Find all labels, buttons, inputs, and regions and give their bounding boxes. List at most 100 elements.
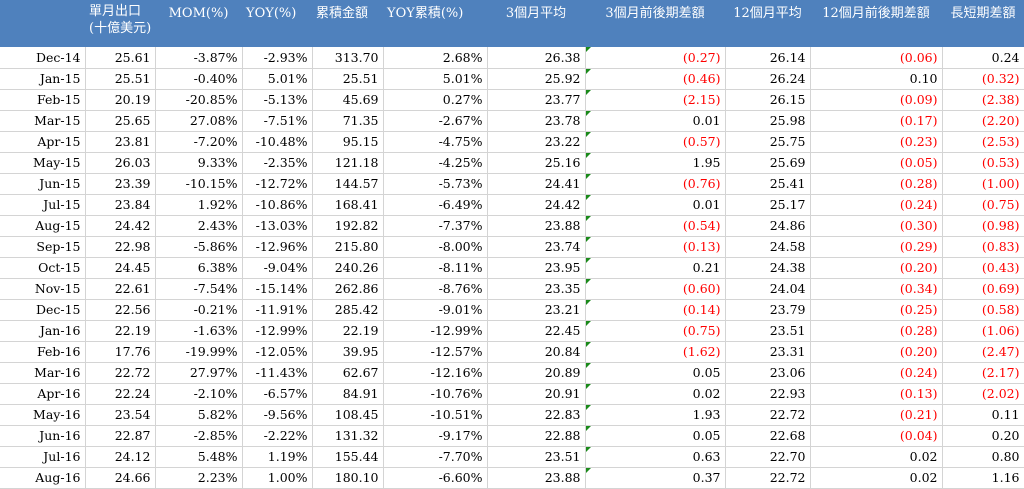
cell-12m-avg[interactable]: 26.14: [725, 47, 811, 69]
cell-spread[interactable]: (0.32): [942, 68, 1024, 90]
cell-yoy[interactable]: -9.56%: [242, 404, 313, 426]
cell-yoy-cumulative[interactable]: -12.16%: [383, 362, 488, 384]
cell-cumulative[interactable]: 71.35: [312, 110, 384, 132]
cell-yoy[interactable]: -7.51%: [242, 110, 313, 132]
cell-yoy-cumulative[interactable]: -7.70%: [383, 446, 488, 468]
cell-12m-diff[interactable]: (0.04): [810, 425, 943, 447]
cell-mom[interactable]: -5.86%: [155, 236, 243, 258]
cell-12m-diff[interactable]: (0.25): [810, 299, 943, 321]
cell-12m-avg[interactable]: 23.51: [725, 320, 811, 342]
cell-yoy[interactable]: -9.04%: [242, 257, 313, 279]
cell-12m-avg[interactable]: 26.15: [725, 89, 811, 111]
cell-cumulative[interactable]: 285.42: [312, 299, 384, 321]
cell-cumulative[interactable]: 262.86: [312, 278, 384, 300]
cell-12m-diff[interactable]: (0.34): [810, 278, 943, 300]
header-cumulative[interactable]: 累積金額: [312, 0, 383, 47]
cell-cumulative[interactable]: 22.19: [312, 320, 384, 342]
cell-yoy[interactable]: -11.43%: [242, 362, 313, 384]
cell-yoy-cumulative[interactable]: -8.00%: [383, 236, 488, 258]
cell-12m-avg[interactable]: 25.69: [725, 152, 811, 174]
cell-yoy[interactable]: -12.96%: [242, 236, 313, 258]
cell-12m-diff[interactable]: (0.28): [810, 173, 943, 195]
cell-date[interactable]: Jan-16: [0, 320, 86, 342]
cell-3m-avg[interactable]: 23.77: [487, 89, 586, 111]
header-12m-diff[interactable]: 12個月前後期差額: [810, 0, 942, 47]
cell-3m-diff[interactable]: 0.01: [585, 110, 726, 132]
cell-yoy-cumulative[interactable]: -9.01%: [383, 299, 488, 321]
cell-mom[interactable]: -7.20%: [155, 131, 243, 153]
cell-12m-diff[interactable]: (0.24): [810, 362, 943, 384]
cell-date[interactable]: Jul-16: [0, 446, 86, 468]
cell-yoy[interactable]: 1.00%: [242, 467, 313, 489]
cell-12m-diff[interactable]: (0.13): [810, 383, 943, 405]
cell-yoy[interactable]: 5.01%: [242, 68, 313, 90]
cell-12m-avg[interactable]: 25.41: [725, 173, 811, 195]
cell-3m-avg[interactable]: 23.35: [487, 278, 586, 300]
cell-yoy-cumulative[interactable]: 0.27%: [383, 89, 488, 111]
cell-mom[interactable]: -0.40%: [155, 68, 243, 90]
cell-3m-diff[interactable]: (0.76): [585, 173, 726, 195]
header-spread[interactable]: 長短期差額: [942, 0, 1024, 47]
cell-date[interactable]: Jun-15: [0, 173, 86, 195]
cell-mom[interactable]: 5.48%: [155, 446, 243, 468]
cell-date[interactable]: Mar-16: [0, 362, 86, 384]
cell-12m-diff[interactable]: (0.28): [810, 320, 943, 342]
cell-3m-avg[interactable]: 22.83: [487, 404, 586, 426]
cell-monthly-export[interactable]: 22.24: [85, 383, 156, 405]
cell-3m-avg[interactable]: 25.92: [487, 68, 586, 90]
header-mom[interactable]: MOM(%): [155, 0, 242, 47]
cell-12m-diff[interactable]: (0.24): [810, 194, 943, 216]
cell-12m-diff[interactable]: (0.29): [810, 236, 943, 258]
cell-3m-diff[interactable]: (0.46): [585, 68, 726, 90]
cell-12m-avg[interactable]: 23.31: [725, 341, 811, 363]
cell-mom[interactable]: 27.97%: [155, 362, 243, 384]
cell-3m-avg[interactable]: 22.88: [487, 425, 586, 447]
cell-monthly-export[interactable]: 17.76: [85, 341, 156, 363]
cell-3m-avg[interactable]: 23.21: [487, 299, 586, 321]
cell-3m-diff[interactable]: (0.13): [585, 236, 726, 258]
cell-12m-avg[interactable]: 23.06: [725, 362, 811, 384]
cell-cumulative[interactable]: 108.45: [312, 404, 384, 426]
cell-12m-diff[interactable]: 0.02: [810, 467, 943, 489]
cell-yoy-cumulative[interactable]: -8.11%: [383, 257, 488, 279]
cell-3m-diff[interactable]: 0.02: [585, 383, 726, 405]
cell-12m-diff[interactable]: (0.17): [810, 110, 943, 132]
cell-date[interactable]: Feb-15: [0, 89, 86, 111]
cell-spread[interactable]: (2.17): [942, 362, 1024, 384]
cell-spread[interactable]: (2.20): [942, 110, 1024, 132]
cell-3m-diff[interactable]: 0.63: [585, 446, 726, 468]
cell-spread[interactable]: 1.16: [942, 467, 1024, 489]
cell-3m-diff[interactable]: 0.05: [585, 425, 726, 447]
cell-date[interactable]: Aug-16: [0, 467, 86, 489]
cell-12m-diff[interactable]: (0.21): [810, 404, 943, 426]
cell-12m-avg[interactable]: 23.79: [725, 299, 811, 321]
cell-spread[interactable]: (1.06): [942, 320, 1024, 342]
cell-monthly-export[interactable]: 23.81: [85, 131, 156, 153]
cell-yoy[interactable]: -5.13%: [242, 89, 313, 111]
cell-monthly-export[interactable]: 25.65: [85, 110, 156, 132]
cell-3m-diff[interactable]: (0.60): [585, 278, 726, 300]
cell-date[interactable]: Oct-15: [0, 257, 86, 279]
cell-mom[interactable]: 9.33%: [155, 152, 243, 174]
cell-3m-diff[interactable]: (0.27): [585, 47, 726, 69]
cell-mom[interactable]: 27.08%: [155, 110, 243, 132]
header-3m-avg[interactable]: 3個月平均: [487, 0, 585, 47]
cell-yoy-cumulative[interactable]: -12.57%: [383, 341, 488, 363]
cell-yoy[interactable]: -2.93%: [242, 47, 313, 69]
cell-yoy[interactable]: -12.99%: [242, 320, 313, 342]
cell-yoy[interactable]: -6.57%: [242, 383, 313, 405]
cell-12m-avg[interactable]: 22.72: [725, 467, 811, 489]
cell-cumulative[interactable]: 62.67: [312, 362, 384, 384]
cell-date[interactable]: May-16: [0, 404, 86, 426]
cell-cumulative[interactable]: 131.32: [312, 425, 384, 447]
cell-3m-avg[interactable]: 23.88: [487, 467, 586, 489]
cell-cumulative[interactable]: 39.95: [312, 341, 384, 363]
cell-3m-avg[interactable]: 23.22: [487, 131, 586, 153]
cell-12m-avg[interactable]: 24.04: [725, 278, 811, 300]
cell-cumulative[interactable]: 95.15: [312, 131, 384, 153]
cell-yoy-cumulative[interactable]: -8.76%: [383, 278, 488, 300]
cell-12m-diff[interactable]: (0.20): [810, 341, 943, 363]
cell-monthly-export[interactable]: 23.84: [85, 194, 156, 216]
cell-date[interactable]: Apr-16: [0, 383, 86, 405]
cell-yoy-cumulative[interactable]: 5.01%: [383, 68, 488, 90]
